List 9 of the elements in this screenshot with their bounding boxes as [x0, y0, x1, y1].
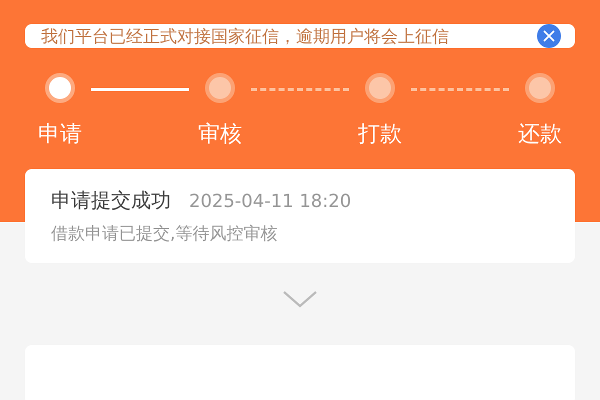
status-title: 申请提交成功 [51, 187, 171, 214]
close-icon[interactable] [537, 24, 561, 48]
step-label: 申请 [38, 121, 82, 149]
status-description: 借款申请已提交,等待风控审核 [51, 223, 278, 245]
step-label: 审核 [198, 121, 242, 149]
status-time: 2025-04-11 18:20 [189, 191, 352, 212]
notice-text: 我们平台已经正式对接国家征信，逾期用户将会上征信 [41, 26, 449, 48]
step-label: 还款 [518, 121, 562, 149]
step-label: 打款 [358, 121, 402, 149]
